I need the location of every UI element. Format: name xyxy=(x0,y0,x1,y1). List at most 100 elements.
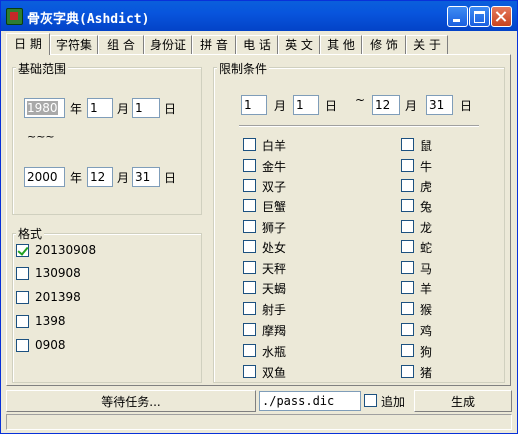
start-year-unit: 年 xyxy=(70,102,83,116)
base-range-title: 基础范围 xyxy=(16,60,69,77)
zodiac-checkbox-sagittarius[interactable] xyxy=(243,302,256,315)
action-bar: 等待任务... ./pass.dic 追加 生成 xyxy=(6,390,512,412)
format-checkbox-1398[interactable] xyxy=(16,315,29,328)
minimize-icon xyxy=(448,7,467,26)
append-label: 追加 xyxy=(381,395,406,409)
chinese-zodiac-checkbox-dragon[interactable] xyxy=(401,220,414,233)
zodiac-label-scorpio: 天蝎 xyxy=(262,282,287,296)
app-icon xyxy=(6,8,23,25)
zodiac-label-gemini: 双子 xyxy=(262,180,287,194)
zodiac-checkbox-capricorn[interactable] xyxy=(243,323,256,336)
zodiac-label-cancer: 巨蟹 xyxy=(262,200,287,214)
limit-to-day-unit: 日 xyxy=(460,99,473,113)
chinese-zodiac-label-rabbit: 兔 xyxy=(420,200,433,214)
chinese-zodiac-label-monkey: 猴 xyxy=(420,303,433,317)
zodiac-label-sagittarius: 射手 xyxy=(262,303,287,317)
maximize-icon xyxy=(470,7,489,26)
start-day-unit: 日 xyxy=(164,102,177,116)
format-label-130908: 130908 xyxy=(35,266,81,280)
format-label-0908: 0908 xyxy=(35,338,66,352)
chinese-zodiac-label-rooster: 鸡 xyxy=(420,324,433,338)
chinese-zodiac-checkbox-snake[interactable] xyxy=(401,240,414,253)
end-day-input[interactable]: 31 xyxy=(132,167,160,187)
maximize-button[interactable] xyxy=(469,6,490,27)
end-day-unit: 日 xyxy=(164,171,177,185)
zodiac-label-libra: 天秤 xyxy=(262,262,287,276)
zodiac-label-aquarius: 水瓶 xyxy=(262,345,287,359)
zodiac-label-pisces: 双鱼 xyxy=(262,366,287,380)
tab-date[interactable]: 日 期 xyxy=(6,33,50,55)
append-checkbox[interactable] xyxy=(364,394,377,407)
zodiac-checkbox-scorpio[interactable] xyxy=(243,281,256,294)
chinese-zodiac-checkbox-rabbit[interactable] xyxy=(401,199,414,212)
tab-combine[interactable]: 组 合 xyxy=(98,35,144,54)
zodiac-checkbox-cancer[interactable] xyxy=(243,199,256,212)
limit-to-month-input[interactable]: 12 xyxy=(372,95,400,115)
title-bar[interactable]: 骨灰字典(Ashdict) xyxy=(1,1,517,31)
limit-to-month-unit: 月 xyxy=(405,99,418,113)
start-month-input[interactable]: 1 xyxy=(87,98,113,118)
chinese-zodiac-checkbox-rat[interactable] xyxy=(401,138,414,151)
generate-button[interactable]: 生成 xyxy=(414,390,512,412)
tab-charset[interactable]: 字符集 xyxy=(50,35,98,54)
chinese-zodiac-checkbox-monkey[interactable] xyxy=(401,302,414,315)
limit-from-month-unit: 月 xyxy=(274,99,287,113)
chinese-zodiac-checkbox-dog[interactable] xyxy=(401,344,414,357)
start-year-input[interactable]: 1980 xyxy=(24,98,65,118)
zodiac-checkbox-gemini[interactable] xyxy=(243,179,256,192)
limit-to-day-input[interactable]: 31 xyxy=(426,95,453,115)
close-icon xyxy=(492,7,511,26)
close-button[interactable] xyxy=(491,6,512,27)
chinese-zodiac-checkbox-pig[interactable] xyxy=(401,365,414,378)
chinese-zodiac-label-tiger: 虎 xyxy=(420,180,433,194)
zodiac-checkbox-libra[interactable] xyxy=(243,261,256,274)
zodiac-checkbox-pisces[interactable] xyxy=(243,365,256,378)
chinese-zodiac-checkbox-horse[interactable] xyxy=(401,261,414,274)
zodiac-checkbox-taurus[interactable] xyxy=(243,159,256,172)
tab-about[interactable]: 关 于 xyxy=(406,35,448,54)
limit-from-month-input[interactable]: 1 xyxy=(241,95,267,115)
chinese-zodiac-checkbox-goat[interactable] xyxy=(401,281,414,294)
zodiac-label-virgo: 处女 xyxy=(262,241,287,255)
format-checkbox-201398[interactable] xyxy=(16,291,29,304)
zodiac-checkbox-leo[interactable] xyxy=(243,220,256,233)
task-status-button[interactable]: 等待任务... xyxy=(6,390,256,412)
format-label-201398: 201398 xyxy=(35,290,81,304)
range-separator: ~~~ xyxy=(27,130,55,143)
start-month-unit: 月 xyxy=(117,102,130,116)
tab-phone[interactable]: 电 话 xyxy=(236,35,278,54)
start-day-input[interactable]: 1 xyxy=(132,98,160,118)
chinese-zodiac-label-rat: 鼠 xyxy=(420,139,433,153)
minimize-button[interactable] xyxy=(447,6,468,27)
chinese-zodiac-checkbox-rooster[interactable] xyxy=(401,323,414,336)
format-label-1398: 1398 xyxy=(35,314,66,328)
window-title: 骨灰字典(Ashdict) xyxy=(27,12,150,27)
zodiac-checkbox-aquarius[interactable] xyxy=(243,344,256,357)
tab-english[interactable]: 英 文 xyxy=(278,35,320,54)
output-file-input[interactable]: ./pass.dic xyxy=(259,391,361,411)
format-checkbox-20130908[interactable] xyxy=(16,244,29,257)
limits-title: 限制条件 xyxy=(217,60,270,77)
limit-from-day-input[interactable]: 1 xyxy=(293,95,319,115)
chinese-zodiac-label-dog: 狗 xyxy=(420,345,433,359)
chinese-zodiac-checkbox-tiger[interactable] xyxy=(401,179,414,192)
limits-divider xyxy=(239,125,479,127)
tab-pinyin[interactable]: 拼 音 xyxy=(192,35,236,54)
end-year-input[interactable]: 2000 xyxy=(24,167,65,187)
tab-modify[interactable]: 修 饰 xyxy=(362,35,406,54)
tab-id-card[interactable]: 身份证 xyxy=(144,35,192,54)
zodiac-label-capricorn: 摩羯 xyxy=(262,324,287,338)
zodiac-checkbox-aries[interactable] xyxy=(243,138,256,151)
chinese-zodiac-label-ox: 牛 xyxy=(420,160,433,174)
end-year-unit: 年 xyxy=(70,171,83,185)
zodiac-checkbox-virgo[interactable] xyxy=(243,240,256,253)
date-tab-panel: 基础范围 1980 年 1 月 1 日 ~~~ 2000 年 12 月 31 日… xyxy=(6,54,511,386)
format-checkbox-0908[interactable] xyxy=(16,339,29,352)
chinese-zodiac-checkbox-ox[interactable] xyxy=(401,159,414,172)
end-month-unit: 月 xyxy=(117,171,130,185)
tab-other[interactable]: 其 他 xyxy=(320,35,362,54)
format-checkbox-130908[interactable] xyxy=(16,267,29,280)
chinese-zodiac-label-pig: 猪 xyxy=(420,366,433,380)
chinese-zodiac-label-horse: 马 xyxy=(420,262,433,276)
end-month-input[interactable]: 12 xyxy=(87,167,113,187)
